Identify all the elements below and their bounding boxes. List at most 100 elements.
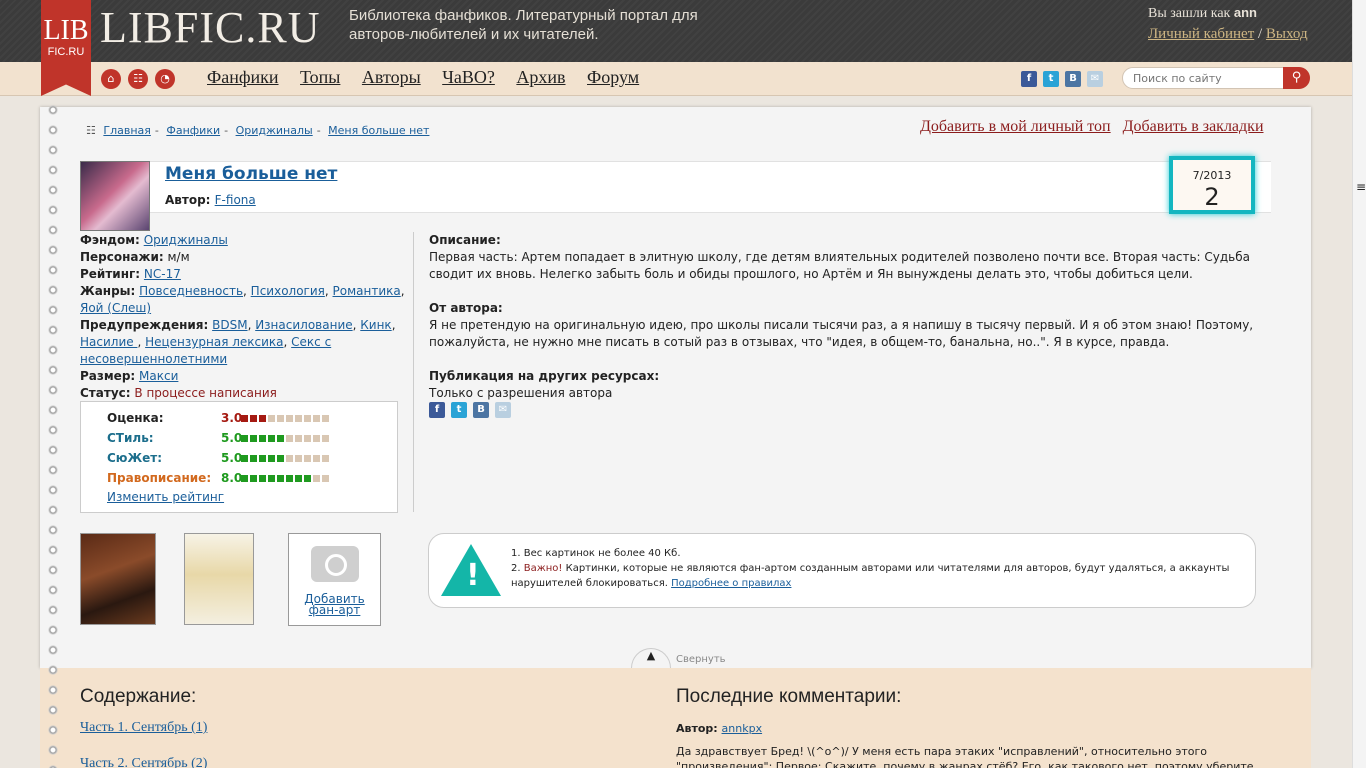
rating-bar	[241, 455, 391, 463]
chars-label: Персонажи:	[80, 250, 164, 264]
size-label: Размер:	[80, 369, 136, 383]
logout-link[interactable]: Выход	[1266, 26, 1308, 42]
warning-link[interactable]: Насилие	[80, 335, 137, 349]
rating-bar-segment	[304, 455, 311, 462]
fanart-notice: ! 1. Вес картинок не более 40 Кб. 2. Важ…	[428, 533, 1256, 608]
site-search: ⚲	[1122, 67, 1310, 89]
sitemap-icon[interactable]: ☷	[128, 69, 148, 89]
rating-bar	[241, 475, 391, 483]
rating-bar-segment	[268, 455, 275, 462]
comment-author-link[interactable]: annkpx	[722, 722, 763, 735]
rating-bar-segment	[322, 475, 329, 482]
breadcrumb-current[interactable]: Меня больше нет	[328, 124, 429, 137]
nav-archive[interactable]: Архив	[516, 67, 565, 87]
fandom-link[interactable]: Ориджиналы	[144, 233, 228, 247]
site-logo[interactable]: LIB FIC.RU	[41, 0, 91, 96]
genre-link[interactable]: Яой (Слеш)	[80, 301, 151, 315]
change-rating-link[interactable]: Изменить рейтинг	[107, 490, 224, 504]
rating-bar-segment	[286, 455, 293, 462]
twitter-icon[interactable]: t	[1043, 71, 1059, 87]
chapter-count: 2	[1204, 183, 1220, 211]
author-note-title: От автора:	[429, 301, 503, 315]
warning-link[interactable]: Нецензурная лексика	[145, 335, 283, 349]
facebook-icon[interactable]: f	[1021, 71, 1037, 87]
rating-bar-segment	[241, 475, 248, 482]
description-title: Описание:	[429, 233, 501, 247]
rating-bar-segment	[259, 435, 266, 442]
add-bookmark-link[interactable]: Добавить в закладки	[1123, 118, 1264, 135]
rating-bar-segment	[268, 415, 275, 422]
fic-cover-image[interactable]	[80, 161, 150, 231]
twitter-icon[interactable]: t	[451, 402, 467, 418]
fic-description: Описание: Первая часть: Артем попадает в…	[429, 232, 1259, 420]
comments-title: Последние комментарии:	[676, 686, 902, 707]
notice-line2-num: 2.	[511, 563, 521, 574]
rules-link[interactable]: Подробнее о правилах	[671, 578, 791, 589]
author-label: Автор:	[165, 193, 211, 207]
rating-bar-segment	[295, 475, 302, 482]
scrollbar-thumb[interactable]: ≡	[1356, 180, 1366, 200]
breadcrumb: ☷ Главная - Фанфики - Ориджиналы - Меня бол…	[86, 124, 430, 137]
nav-bar: ⌂ ☷ ◔ Фанфики Топы Авторы ЧаВО? Архив Фо…	[0, 62, 1352, 96]
notice-line2-text: Картинки, которые не являются фан-артом …	[511, 563, 1230, 589]
status-value: В процессе написания	[134, 386, 277, 400]
rating-bar-segment	[286, 435, 293, 442]
warning-link[interactable]: BDSM	[212, 318, 247, 332]
rating-bar-segment	[304, 435, 311, 442]
breadcrumb-home[interactable]: Главная	[103, 124, 151, 137]
fic-author-line: Автор: F-fiona	[165, 193, 256, 207]
date-badge: 7/2013 2	[1169, 156, 1255, 214]
add-fanart-box[interactable]: Добавить фан-арт	[288, 533, 381, 626]
share-row: f t B ✉	[429, 402, 1259, 420]
breadcrumb-originals[interactable]: Ориджиналы	[236, 124, 313, 137]
page-scrollbar[interactable]: ≡	[1352, 0, 1366, 768]
genre-link[interactable]: Повседневность	[139, 284, 243, 298]
description-text: Первая часть: Артем попадает в элитную ш…	[429, 250, 1250, 281]
mail-icon[interactable]: ✉	[1087, 71, 1103, 87]
rating-bar-segment	[277, 435, 284, 442]
cabinet-link[interactable]: Личный кабинет	[1148, 26, 1254, 42]
rating-bar-segment	[286, 475, 293, 482]
nav-forum[interactable]: Форум	[587, 67, 639, 87]
collapse-label[interactable]: Свернуть	[676, 654, 726, 665]
add-to-top-link[interactable]: Добавить в мой личный топ	[920, 118, 1111, 135]
author-link[interactable]: F-fiona	[215, 193, 256, 207]
rating-bar-segment	[295, 435, 302, 442]
rating-label: Рейтинг:	[80, 267, 141, 281]
fanart-image[interactable]	[184, 533, 254, 625]
nav-tops[interactable]: Топы	[300, 67, 340, 87]
rating-bar	[241, 415, 391, 423]
rating-link[interactable]: NC-17	[144, 267, 181, 281]
warning-link[interactable]: Кинк	[360, 318, 391, 332]
warning-link[interactable]: Изнасилование	[255, 318, 352, 332]
genre-link[interactable]: Романтика	[333, 284, 401, 298]
nav-faq[interactable]: ЧаВО?	[442, 67, 495, 87]
vk-icon[interactable]: B	[473, 402, 489, 418]
date-month: 7/2013	[1192, 169, 1232, 182]
rating-bar-segment	[304, 475, 311, 482]
facebook-icon[interactable]: f	[429, 402, 445, 418]
fic-title[interactable]: Меня больше нет	[165, 164, 337, 184]
size-link[interactable]: Макси	[139, 369, 178, 383]
rating-bar-segment	[259, 455, 266, 462]
nav-authors[interactable]: Авторы	[362, 67, 421, 87]
breadcrumb-fanfics[interactable]: Фанфики	[166, 124, 220, 137]
home-icon[interactable]: ⌂	[101, 69, 121, 89]
rating-bar-segment	[313, 415, 320, 422]
rating-row-label: Правописание:	[107, 471, 212, 485]
rss-icon[interactable]: ◔	[155, 69, 175, 89]
genre-link[interactable]: Психология	[251, 284, 325, 298]
search-input[interactable]	[1133, 68, 1283, 88]
chapter-link[interactable]: Часть 1. Сентябрь (1)	[80, 720, 207, 736]
search-icon[interactable]: ⚲	[1283, 67, 1310, 89]
vk-icon[interactable]: B	[1065, 71, 1081, 87]
login-info: Вы зашли как ann Личный кабинет / Выход	[1148, 5, 1308, 43]
main-nav: Фанфики Топы Авторы ЧаВО? Архив Форум	[207, 67, 656, 88]
mail-icon[interactable]: ✉	[495, 402, 511, 418]
nav-fanfics[interactable]: Фанфики	[207, 67, 279, 87]
site-name[interactable]: LIBFIC.RU	[100, 2, 320, 53]
add-fanart-link[interactable]: Добавить фан-арт	[289, 593, 380, 616]
rating-bar-segment	[241, 415, 248, 422]
chapter-link[interactable]: Часть 2. Сентябрь (2)	[80, 756, 207, 768]
fanart-image[interactable]	[80, 533, 156, 625]
